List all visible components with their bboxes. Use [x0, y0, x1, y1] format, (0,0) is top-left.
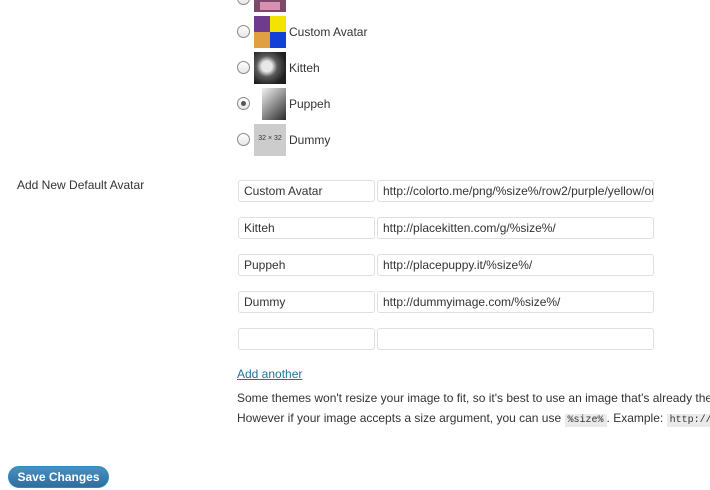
- avatar-option-radio-custom[interactable]: [237, 25, 250, 38]
- avatar-option-radio-puppeh[interactable]: [237, 97, 250, 110]
- help-text-prefix: However if your image accepts a size arg…: [237, 411, 562, 425]
- add-another-link[interactable]: Add another: [237, 367, 302, 381]
- save-changes-button[interactable]: Save Changes: [8, 466, 109, 488]
- avatar-option-label-custom: Custom Avatar: [289, 25, 368, 39]
- avatar-url-input-empty[interactable]: [377, 328, 654, 350]
- help-text-line-2: However if your image accepts a size arg…: [237, 411, 710, 427]
- avatar-option-radio-dummy[interactable]: [237, 133, 250, 146]
- avatar-name-input[interactable]: Puppeh: [238, 254, 375, 276]
- puppeh-avatar-thumbnail: [254, 88, 286, 120]
- pixel-avatar-thumbnail: [254, 0, 286, 12]
- avatar-option-label-dummy: Dummy: [289, 133, 331, 147]
- help-text-line-1: Some themes won't resize your image to f…: [237, 391, 710, 405]
- avatar-option-radio-top[interactable]: [237, 0, 250, 5]
- dummy-avatar-thumbnail: 32 × 32: [254, 124, 286, 156]
- avatar-option-label-kitteh: Kitteh: [289, 61, 320, 75]
- avatar-name-input[interactable]: Custom Avatar: [238, 180, 375, 202]
- custom-avatar-thumbnail: [254, 16, 286, 48]
- size-token-code: %size%: [564, 414, 607, 427]
- avatar-name-input[interactable]: Dummy: [238, 291, 375, 313]
- avatar-url-input[interactable]: http://placekitten.com/g/%size%/: [377, 217, 654, 239]
- avatar-option-radio-kitteh[interactable]: [237, 61, 250, 74]
- example-url-code: http://: [666, 414, 710, 427]
- avatar-name-input-empty[interactable]: [238, 328, 375, 350]
- add-new-default-avatar-label: Add New Default Avatar: [17, 178, 145, 192]
- avatar-name-input[interactable]: Kitteh: [238, 217, 375, 239]
- kitteh-avatar-thumbnail: [254, 52, 286, 84]
- dummy-thumbnail-text: 32 × 32: [258, 135, 282, 142]
- help-text-example-label: . Example:: [606, 411, 664, 425]
- avatar-url-input[interactable]: http://placepuppy.it/%size%/: [377, 254, 654, 276]
- avatar-option-label-puppeh: Puppeh: [289, 97, 331, 111]
- avatar-url-input[interactable]: http://colorto.me/png/%size%/row2/purple…: [377, 180, 654, 202]
- avatar-url-input[interactable]: http://dummyimage.com/%size%/: [377, 291, 654, 313]
